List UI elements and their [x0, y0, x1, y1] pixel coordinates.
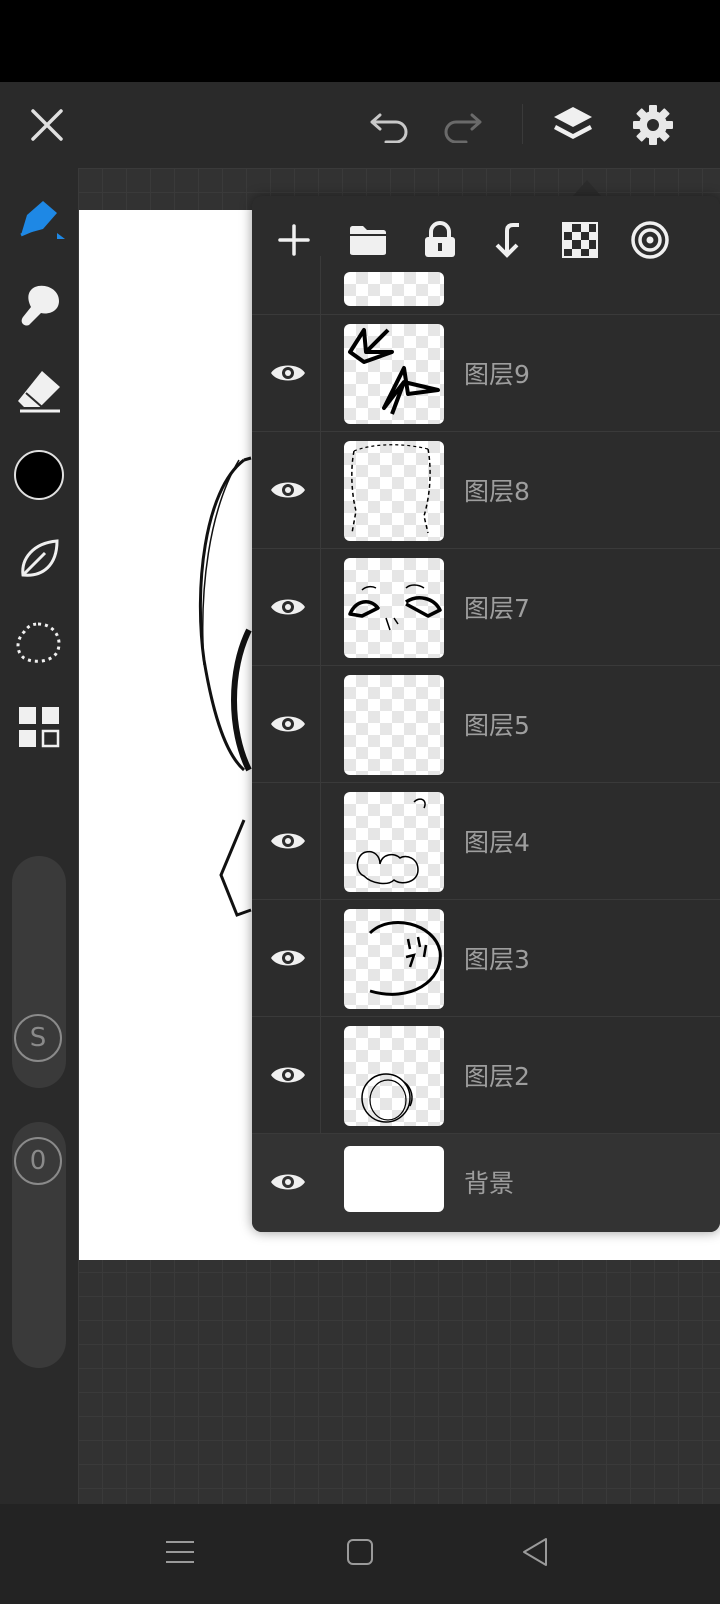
leaf-icon[interactable]: [10, 530, 68, 588]
layer-row[interactable]: 图层7: [252, 548, 720, 666]
layer-row[interactable]: 图层3: [252, 899, 720, 1017]
toolbar-divider: [522, 104, 523, 144]
layer-row[interactable]: 图层9: [252, 314, 720, 432]
layer-thumbnail: [344, 324, 444, 424]
layer-name[interactable]: 背景: [464, 1164, 514, 1200]
layers-icon[interactable]: [548, 100, 598, 150]
layer-thumbnail: [344, 1026, 444, 1126]
layer-row-selected[interactable]: 背景: [252, 1133, 720, 1232]
pen-icon[interactable]: [10, 192, 68, 250]
layer-name[interactable]: 图层2: [464, 1057, 530, 1093]
layer-thumbnail: [344, 558, 444, 658]
layer-thumbnail: [344, 441, 444, 541]
layer-name[interactable]: 图层3: [464, 940, 530, 976]
menu-icon[interactable]: [162, 1534, 198, 1570]
gear-icon[interactable]: [628, 100, 678, 150]
layer-thumbnail: [344, 909, 444, 1009]
layer-name[interactable]: 图层8: [464, 472, 530, 508]
visibility-eye-icon[interactable]: [266, 821, 310, 861]
layer-thumbnail: [344, 675, 444, 775]
layer-name[interactable]: 图层5: [464, 706, 530, 742]
layer-name[interactable]: 图层7: [464, 589, 530, 625]
lasso-icon[interactable]: [10, 614, 68, 672]
layer-name[interactable]: 图层4: [464, 823, 530, 859]
visibility-eye-icon[interactable]: [266, 353, 310, 393]
smudge-icon[interactable]: [10, 276, 68, 334]
panel-pointer: [573, 180, 601, 196]
undo-icon[interactable]: [366, 102, 414, 148]
opacity-label: 0: [14, 1137, 62, 1185]
tool-sidebar: S 0: [0, 168, 78, 1504]
visibility-eye-icon[interactable]: [266, 470, 310, 510]
back-icon[interactable]: [518, 1534, 554, 1570]
layer-thumbnail: [344, 792, 444, 892]
home-icon[interactable]: [342, 1534, 378, 1570]
layers-panel: 图层9 图层8 图层7 图层5 图层4 图层3 图层2 背景: [252, 196, 720, 1232]
layer-name[interactable]: 图层9: [464, 355, 530, 391]
visibility-eye-icon[interactable]: [266, 938, 310, 978]
navigation-bar: [0, 1504, 720, 1604]
visibility-eye-icon[interactable]: [266, 704, 310, 744]
visibility-eye-icon[interactable]: [266, 1055, 310, 1095]
layer-row[interactable]: 图层4: [252, 782, 720, 900]
redo-icon[interactable]: [438, 102, 486, 148]
grid-icon[interactable]: [10, 698, 68, 756]
layer-row[interactable]: 图层8: [252, 431, 720, 549]
layer-row[interactable]: 图层5: [252, 665, 720, 783]
layer-thumbnail: [344, 1146, 444, 1212]
top-toolbar: [0, 82, 720, 168]
status-bar: [0, 0, 720, 82]
layer-row-partial[interactable]: [252, 256, 720, 314]
layer-thumbnail: [344, 272, 444, 306]
color-swatch[interactable]: [10, 446, 68, 504]
size-label: S: [14, 1014, 62, 1062]
close-icon[interactable]: [24, 102, 70, 148]
visibility-eye-icon[interactable]: [266, 587, 310, 627]
layer-row[interactable]: 图层2: [252, 1016, 720, 1134]
eraser-icon[interactable]: [10, 362, 68, 420]
visibility-eye-icon[interactable]: [266, 1162, 310, 1202]
